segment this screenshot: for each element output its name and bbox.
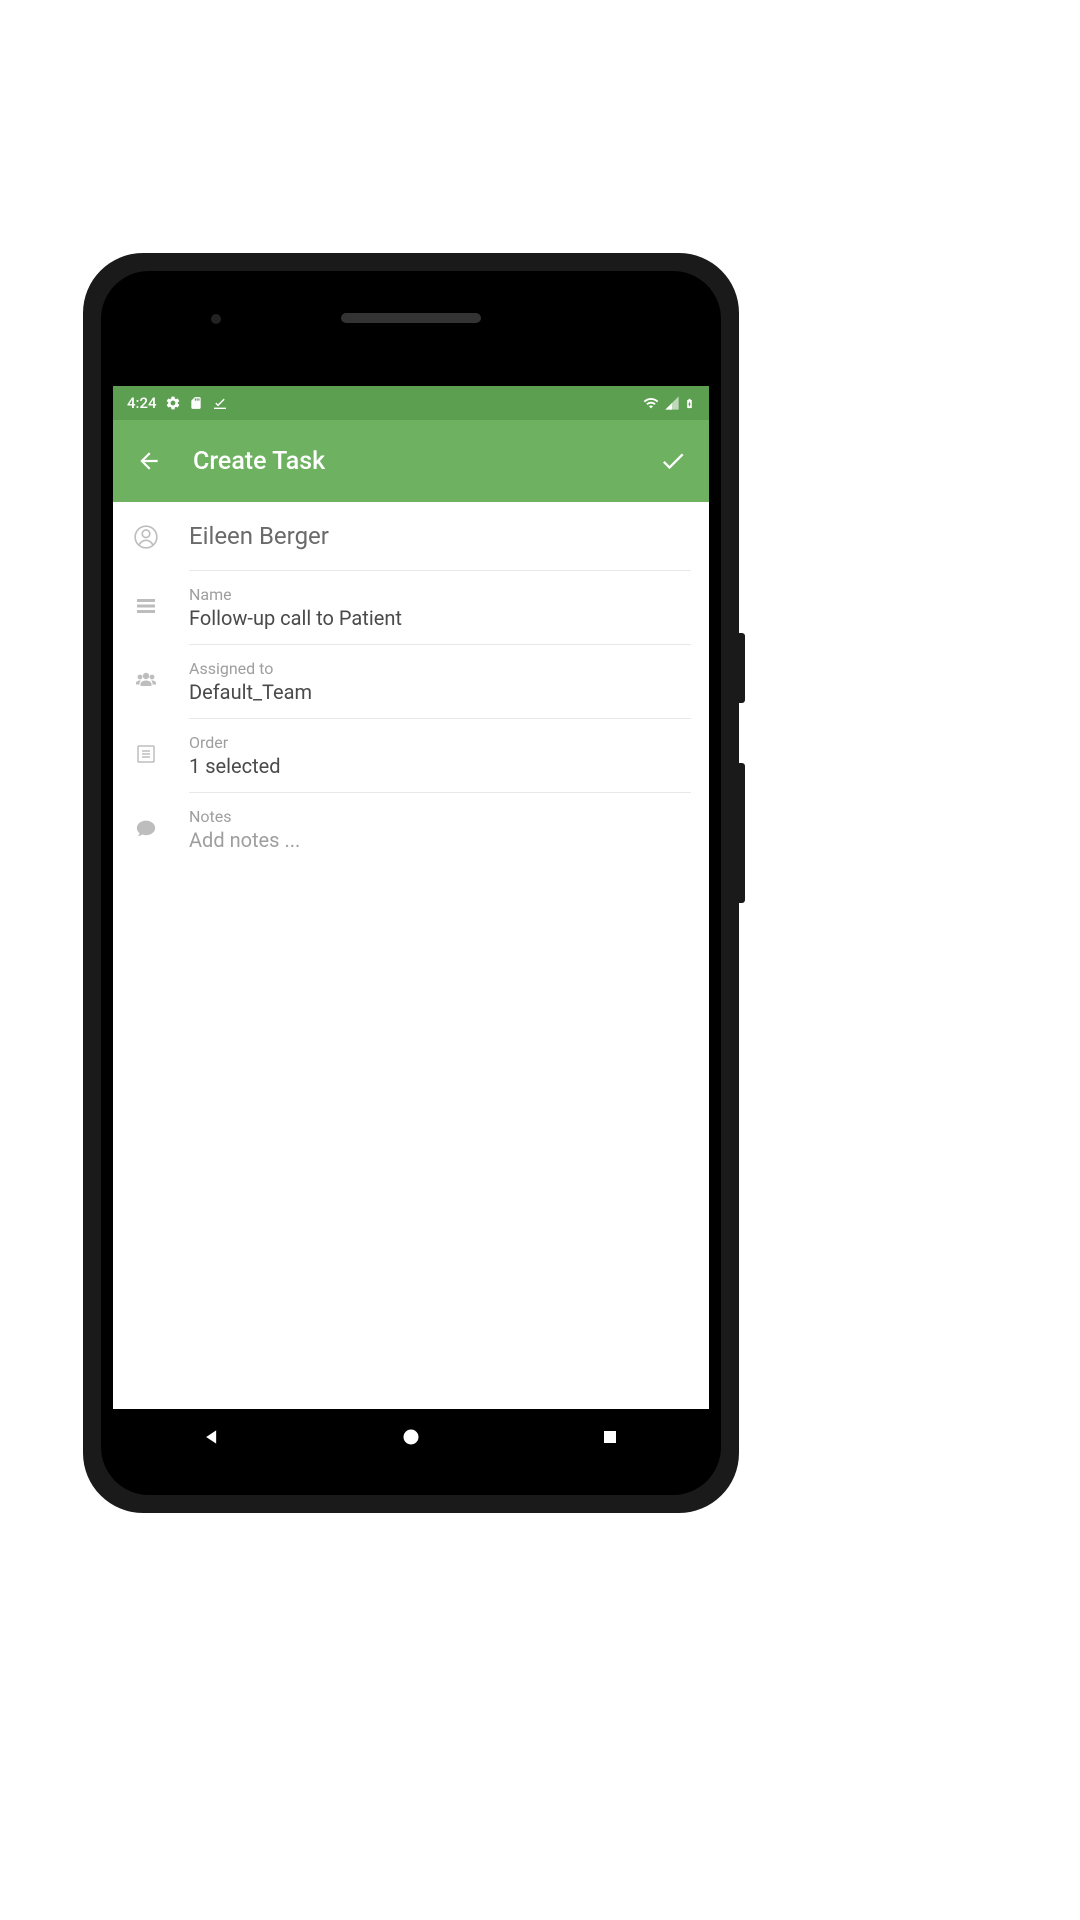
assigned-label: Assigned to	[189, 659, 691, 678]
arrow-left-icon	[136, 448, 162, 474]
status-bar: 4:24	[113, 386, 709, 420]
speaker-grill	[341, 313, 481, 323]
square-recent-icon	[601, 1428, 619, 1446]
status-time: 4:24	[127, 394, 157, 412]
bars-icon	[131, 591, 161, 621]
sd-card-icon	[189, 395, 203, 411]
notes-placeholder: Add notes ...	[189, 828, 691, 852]
wifi-icon	[642, 395, 660, 411]
name-value: Follow-up call to Patient	[189, 606, 691, 630]
back-button[interactable]	[125, 437, 173, 485]
device-frame: 4:24	[83, 253, 739, 1513]
android-nav-bar	[113, 1409, 709, 1465]
power-button	[739, 633, 745, 703]
status-right	[642, 395, 695, 412]
comment-icon	[131, 813, 161, 843]
battery-charging-icon	[684, 395, 695, 412]
nav-home-button[interactable]	[371, 1417, 451, 1457]
gear-icon	[165, 395, 181, 411]
patient-row[interactable]: Eileen Berger	[113, 502, 709, 571]
patient-name: Eileen Berger	[189, 522, 691, 550]
person-icon	[131, 522, 161, 552]
device-inner: 4:24	[101, 271, 721, 1495]
circle-home-icon	[401, 1427, 421, 1447]
notes-label: Notes	[189, 807, 691, 826]
assigned-field-row[interactable]: Assigned to Default_Team	[113, 645, 709, 719]
triangle-back-icon	[202, 1427, 222, 1447]
page-title: Create Task	[193, 447, 649, 476]
group-icon	[131, 665, 161, 695]
order-label: Order	[189, 733, 691, 752]
nav-recent-button[interactable]	[570, 1417, 650, 1457]
confirm-button[interactable]	[649, 437, 697, 485]
order-field-row[interactable]: Order 1 selected	[113, 719, 709, 793]
notes-field-row[interactable]: Notes Add notes ...	[113, 793, 709, 866]
assigned-value: Default_Team	[189, 680, 691, 704]
order-value: 1 selected	[189, 754, 691, 778]
screen: 4:24	[113, 386, 709, 1465]
check-icon	[659, 447, 687, 475]
name-field-row[interactable]: Name Follow-up call to Patient	[113, 571, 709, 645]
nav-back-button[interactable]	[172, 1417, 252, 1457]
volume-button	[739, 763, 745, 903]
app-bar: Create Task	[113, 420, 709, 502]
check-underline-icon	[211, 395, 229, 411]
status-left: 4:24	[127, 394, 229, 412]
name-label: Name	[189, 585, 691, 604]
list-icon	[131, 739, 161, 769]
camera-dot	[211, 314, 221, 324]
signal-icon	[664, 395, 680, 411]
form-content: Eileen Berger Name Follow-up call to Pat…	[113, 502, 709, 1409]
